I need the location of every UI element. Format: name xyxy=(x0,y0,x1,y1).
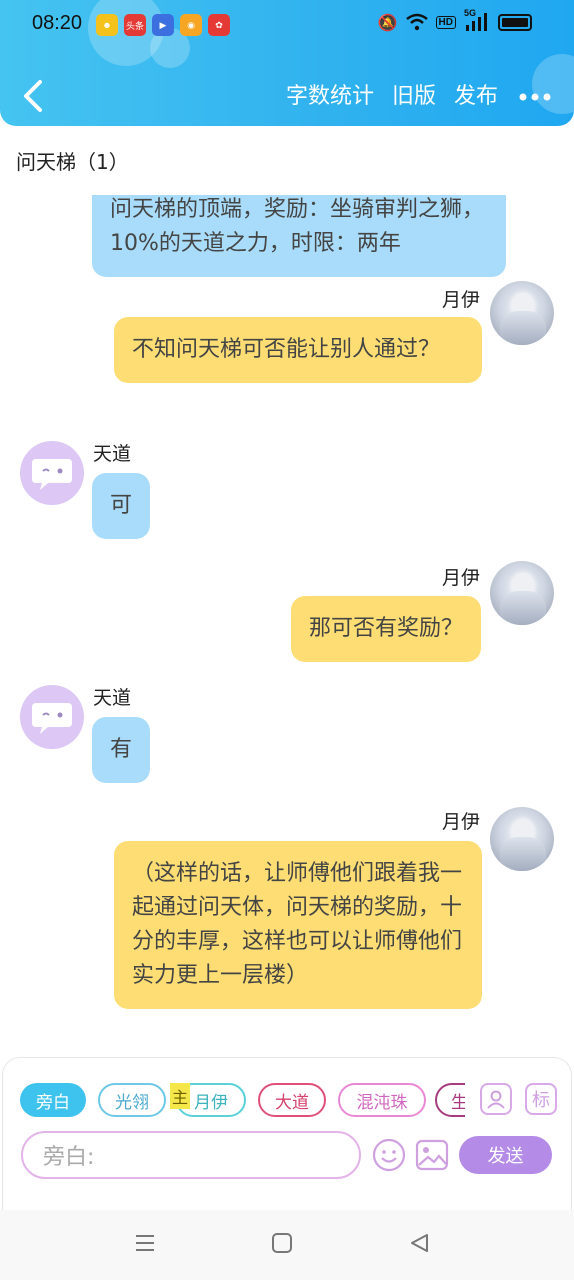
back-triangle-icon[interactable] xyxy=(404,1228,434,1258)
sender-name: 月伊 xyxy=(441,811,480,833)
menu-icon[interactable] xyxy=(130,1228,160,1258)
message-right[interactable]: 月伊 不知问天梯可否能让别人通过？ xyxy=(0,281,574,421)
wifi-icon xyxy=(405,13,428,31)
input-panel: 旁白 光翎 月伊 主 大道 混沌珠 生 标 旁白: 发送 xyxy=(2,1057,572,1217)
role-chip-hundunzhu[interactable]: 混沌珠 xyxy=(338,1083,426,1117)
bot-avatar[interactable] xyxy=(20,441,84,505)
chapter-title: 问天梯（1） xyxy=(16,150,129,174)
user-avatar[interactable] xyxy=(490,281,554,345)
dialogue-input[interactable]: 旁白: xyxy=(21,1131,361,1179)
sender-name: 天道 xyxy=(93,443,132,465)
role-chip-guangling[interactable]: 光翎 xyxy=(98,1083,166,1117)
sender-name: 月伊 xyxy=(441,567,480,589)
signal-icon: 5G xyxy=(464,8,490,32)
message-left-partial[interactable]: 问天梯的顶端，奖励：坐骑审判之狮，10%的天道之力，时限：两年 xyxy=(92,195,508,277)
message-bubble: 问天梯的顶端，奖励：坐骑审判之狮，10%的天道之力，时限：两年 xyxy=(92,195,506,277)
send-button[interactable]: 发送 xyxy=(459,1136,552,1174)
message-bubble: 可 xyxy=(92,473,151,539)
back-button[interactable] xyxy=(18,76,48,116)
role-chip-dadao[interactable]: 大道 xyxy=(258,1083,326,1117)
user-avatar[interactable] xyxy=(490,807,554,871)
message-right[interactable]: 月伊 那可否有奖励？ xyxy=(0,561,574,671)
chat-area[interactable]: 问天梯的顶端，奖励：坐骑审判之狮，10%的天道之力，时限：两年 月伊 不知问天梯… xyxy=(0,195,574,1045)
role-chip-narration[interactable]: 旁白 xyxy=(20,1083,86,1117)
video-app-icon: ▶ xyxy=(152,14,174,36)
message-bubble: 那可否有奖励？ xyxy=(290,596,481,662)
emoji-icon[interactable] xyxy=(371,1137,407,1173)
chat-bubble-icon xyxy=(32,703,72,734)
word-count-button[interactable]: 字数统计 xyxy=(286,78,374,110)
person-icon[interactable] xyxy=(480,1083,512,1115)
app-icon-red: ✿ xyxy=(208,14,230,36)
role-chip-clip: 生 xyxy=(435,1083,465,1117)
main-role-badge: 主 xyxy=(170,1083,190,1109)
chat-bubble-icon xyxy=(32,459,72,490)
message-bubble: 不知问天梯可否能让别人通过？ xyxy=(114,317,482,383)
system-navigation-bar xyxy=(0,1210,574,1280)
message-right[interactable]: 月伊 （这样的话，让师傅他们跟着我一起通过问天体，问天梯的奖励，十分的丰厚，这样… xyxy=(0,805,574,1045)
image-icon[interactable] xyxy=(414,1137,450,1173)
mark-button[interactable]: 标 xyxy=(525,1083,557,1115)
notification-icons: ☻ 头条 ▶ ◉ ✿ xyxy=(96,14,230,36)
weibo-icon: ◉ xyxy=(180,14,202,36)
battery-icon xyxy=(498,13,532,31)
publish-button[interactable]: 发布 xyxy=(454,78,498,110)
sender-name: 天道 xyxy=(93,687,132,709)
bot-avatar[interactable] xyxy=(20,685,84,749)
status-bar: 08:20 ☻ 头条 ▶ ◉ ✿ 🔕 HD 5G xyxy=(0,0,574,50)
app-icon-yellow: ☻ xyxy=(96,14,118,36)
role-chip-partial[interactable]: 生 xyxy=(435,1083,465,1117)
sender-name: 月伊 xyxy=(441,289,480,311)
more-horizontal-icon[interactable] xyxy=(518,85,552,103)
chevron-left-icon xyxy=(24,80,42,112)
system-status-icons: 🔕 HD 5G xyxy=(377,8,532,32)
status-time: 08:20 xyxy=(32,12,83,34)
mute-icon: 🔕 xyxy=(377,12,398,32)
header-actions: 字数统计 旧版 发布 xyxy=(268,78,552,110)
app-header: 08:20 ☻ 头条 ▶ ◉ ✿ 🔕 HD 5G 字数统计 旧版 发布 xyxy=(0,0,574,126)
hd-icon: HD xyxy=(435,15,456,29)
old-version-button[interactable]: 旧版 xyxy=(392,78,436,110)
message-left[interactable]: 天道 可 xyxy=(0,439,574,549)
user-avatar[interactable] xyxy=(490,561,554,625)
toutiao-icon: 头条 xyxy=(124,14,146,36)
message-bubble: 有 xyxy=(92,717,151,783)
home-square-icon[interactable] xyxy=(267,1228,297,1258)
message-left[interactable]: 天道 有 xyxy=(0,685,574,795)
message-bubble: （这样的话，让师傅他们跟着我一起通过问天体，问天梯的奖励，十分的丰厚，这样也可以… xyxy=(114,841,482,1009)
